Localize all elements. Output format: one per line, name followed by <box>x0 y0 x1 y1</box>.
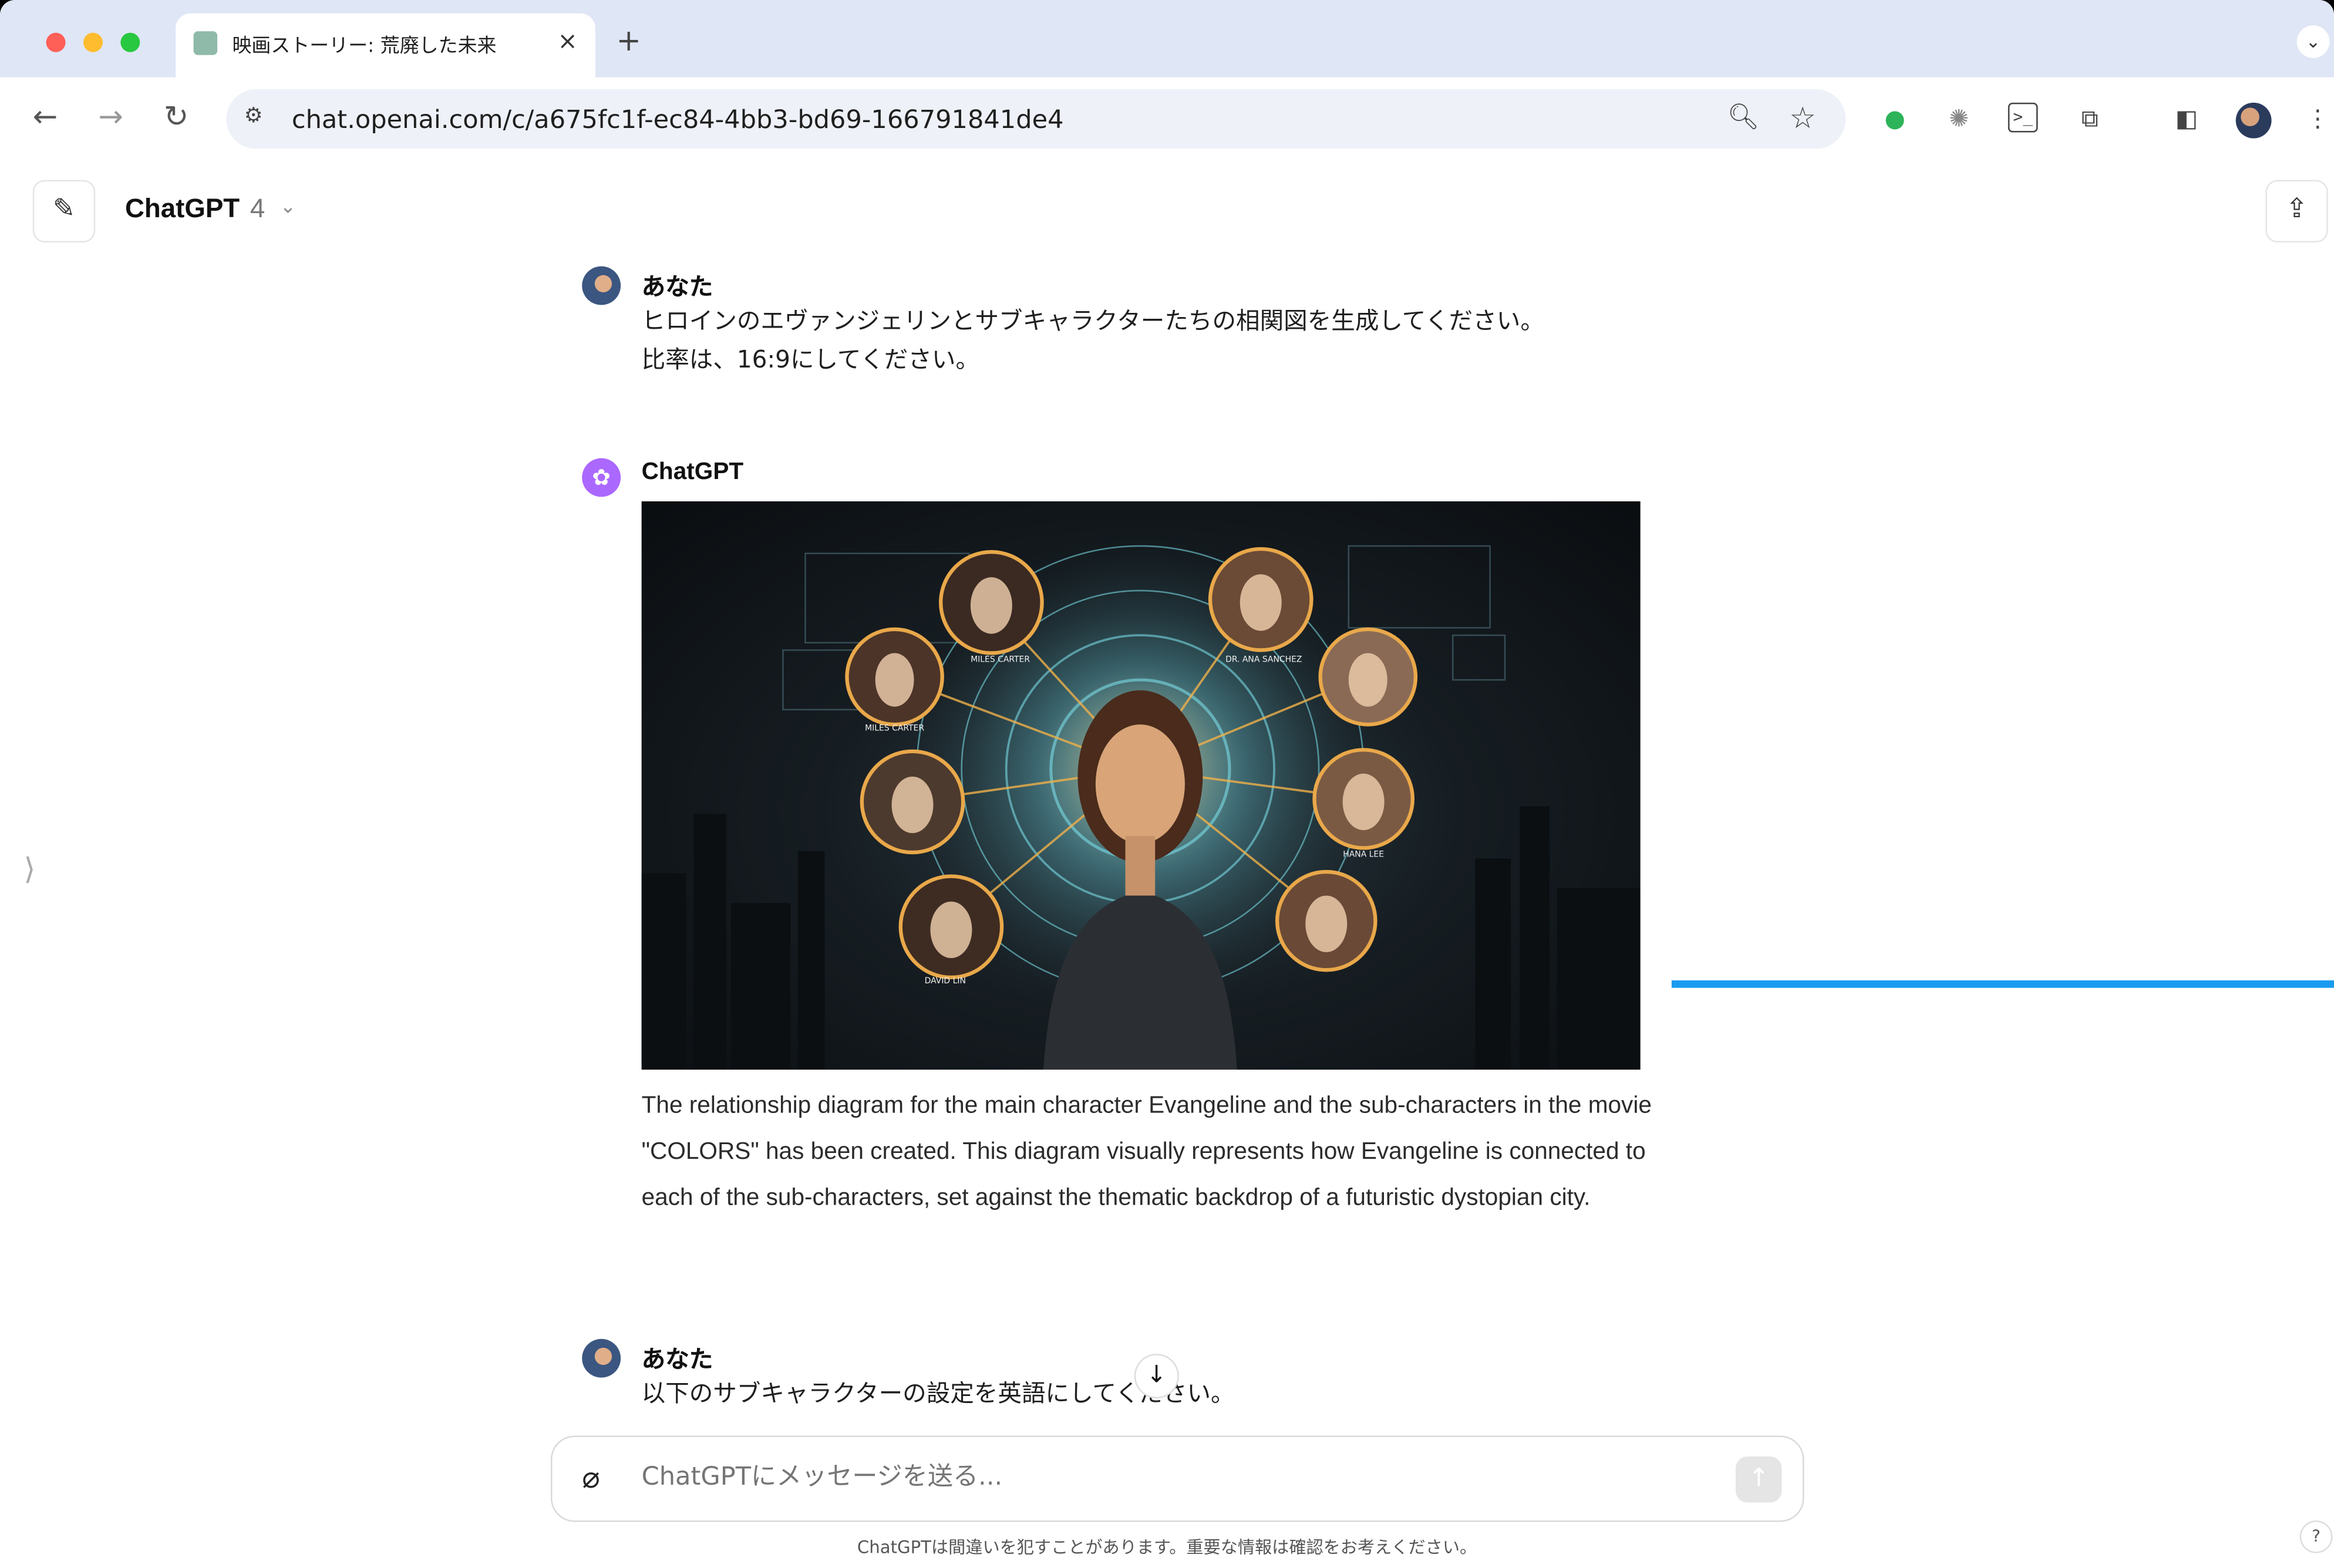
extension-icon[interactable]: ✺ <box>1942 103 1975 136</box>
browser-toolbar: ← → ↻ ⚙ chat.openai.com/c/a675fc1f-ec84-… <box>0 77 2334 166</box>
message-author: あなた <box>641 1347 713 1374</box>
image-label: MILES CARTER <box>865 723 924 733</box>
image-label: HANA LEE <box>1343 850 1384 859</box>
maximize-window-button[interactable] <box>120 32 140 52</box>
message-author: ChatGPT <box>641 460 744 485</box>
image-label: DR. ANA SANCHEZ <box>1225 655 1302 665</box>
close-window-button[interactable] <box>46 32 66 52</box>
message-composer: ⌀ ↑ <box>550 1435 1804 1522</box>
generated-image[interactable]: MILES CARTER DR. ANA SANCHEZ MILES CARTE… <box>641 501 1641 1070</box>
assistant-reply: The relationship diagram for the main ch… <box>641 1093 1652 1211</box>
bookmark-star-icon[interactable]: ☆ <box>1789 100 1816 136</box>
new-tab-button[interactable]: + <box>617 22 642 58</box>
share-button[interactable]: ⇪ <box>2265 180 2328 243</box>
model-version[interactable]: 4 <box>250 193 265 224</box>
zoom-icon[interactable]: 🔍︎ <box>1727 103 1760 133</box>
puzzle-icon[interactable]: ⧉ <box>2073 103 2106 136</box>
profile-avatar[interactable] <box>2235 102 2272 139</box>
back-icon[interactable]: ← <box>33 98 58 134</box>
help-button[interactable]: ? <box>2299 1520 2333 1553</box>
tab-title: 映画ストーリー: 荒廃した未来 <box>232 35 497 58</box>
tab-close-button[interactable]: × <box>558 27 578 55</box>
relationship-diagram-image: MILES CARTER DR. ANA SANCHEZ MILES CARTE… <box>641 516 1641 1070</box>
address-bar[interactable]: ⚙ chat.openai.com/c/a675fc1f-ec84-4bb3-b… <box>226 89 1846 149</box>
message-text-line: ヒロインのエヴァンジェリンとサブキャラクターたちの相関図を生成してください。 <box>641 306 1544 335</box>
site-info-icon[interactable]: ⚙ <box>244 104 263 128</box>
user-avatar <box>582 266 621 305</box>
chatgpt-favicon-icon <box>193 31 218 55</box>
image-label: DAVID LIN <box>925 976 966 986</box>
new-chat-button[interactable]: ✎ <box>32 180 96 243</box>
tab-strip: 映画ストーリー: 荒廃した未来 × + ⌄ <box>0 0 2334 77</box>
terminal-icon[interactable]: >_ <box>2008 102 2038 133</box>
url-text[interactable]: chat.openai.com/c/a675fc1f-ec84-4bb3-bd6… <box>292 106 1064 136</box>
menu-icon[interactable]: ⋮ <box>2301 103 2334 136</box>
accent-line <box>1671 980 2334 988</box>
message-author: あなた <box>641 275 713 301</box>
disclaimer-text: ChatGPTは間違いを犯すことがあります。重要な情報は確認をお考えください。 <box>857 1536 1477 1558</box>
forward-icon[interactable]: → <box>98 98 123 134</box>
message-input[interactable] <box>638 1461 1687 1494</box>
user-avatar <box>582 1338 621 1378</box>
model-selector[interactable]: ChatGPT <box>125 193 240 224</box>
side-panel-icon[interactable]: ◧ <box>2170 103 2203 136</box>
chatgpt-logo-icon: ✿ <box>582 458 621 497</box>
paperclip-icon[interactable]: ⌀ <box>582 1459 600 1495</box>
scroll-to-bottom-button[interactable]: ↓ <box>1134 1354 1179 1399</box>
send-button[interactable]: ↑ <box>1735 1456 1782 1503</box>
browser-window: 映画ストーリー: 荒廃した未来 × + ⌄ ← → ↻ ⚙ chat.opena… <box>0 0 2334 1568</box>
minimize-window-button[interactable] <box>83 32 103 52</box>
tab-search-icon[interactable]: ⌄ <box>2296 25 2330 58</box>
sidebar-toggle-button[interactable]: ⟩ <box>24 851 36 887</box>
chevron-down-icon[interactable]: ⌄ <box>280 197 297 219</box>
message-text-line: 比率は、16:9にしてください。 <box>641 345 980 374</box>
reload-icon[interactable]: ↻ <box>164 98 189 134</box>
chatgpt-app: ✎ ChatGPT 4 ⌄ ⇪ ⟩ あなた ヒロインのエヴァンジェリンとサブキャ… <box>0 163 2334 1568</box>
evernote-icon[interactable]: ● <box>1878 103 1911 136</box>
image-label: MILES CARTER <box>971 655 1030 665</box>
tab-active[interactable]: 映画ストーリー: 荒廃した未来 × <box>176 13 596 77</box>
